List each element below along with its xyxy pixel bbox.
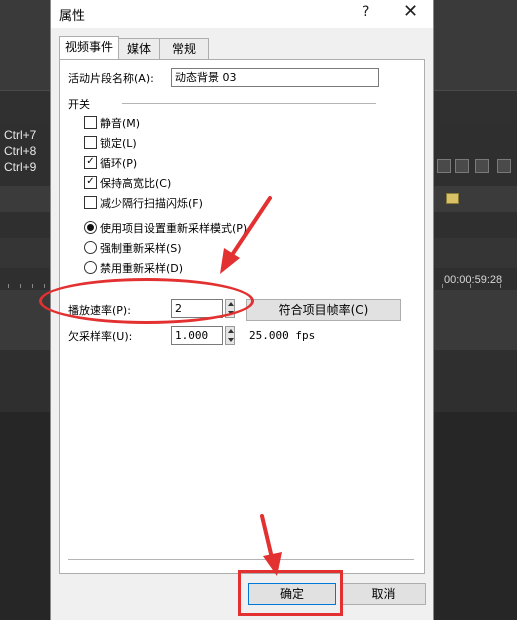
arrow-to-playback-rate [220,196,272,274]
annotation-arrows [220,196,282,576]
arrow-to-ok-button [260,514,282,576]
